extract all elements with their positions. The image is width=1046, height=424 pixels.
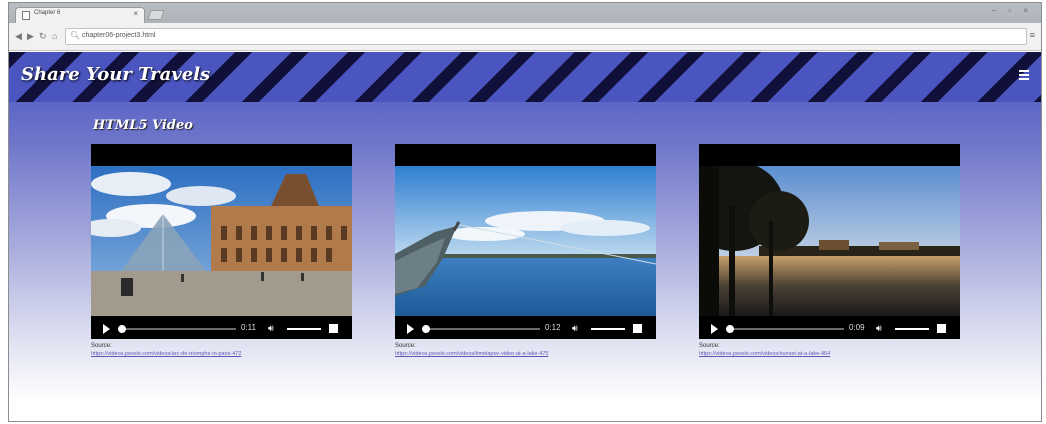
browser-tab[interactable]: Chapter 6 × xyxy=(15,7,145,23)
volume-icon[interactable]: 🔊︎ xyxy=(572,323,578,334)
video-card: 0:12 🔊︎ Source: https://videos.pexels.co… xyxy=(395,144,656,357)
video-player[interactable]: 0:11 🔊︎ xyxy=(91,144,352,339)
reload-icon[interactable]: ↻ xyxy=(39,31,47,42)
forward-icon[interactable]: ▶ xyxy=(27,31,34,42)
source-link[interactable]: https://videos.pexels.com/videos/timelap… xyxy=(395,351,656,357)
volume-slider[interactable] xyxy=(591,328,625,330)
fullscreen-icon[interactable] xyxy=(937,324,946,333)
fullscreen-icon[interactable] xyxy=(633,324,642,333)
source-label: Source: xyxy=(395,343,416,349)
browser-toolbar: ◀ ▶ ↻ ⌂ 🔍︎ chapter06-project3.html ≡ xyxy=(9,23,1041,51)
site-title[interactable]: Share Your Travels xyxy=(21,64,210,85)
video-frame-louvre[interactable] xyxy=(91,166,352,316)
progress-thumb[interactable] xyxy=(726,325,734,333)
progress-bar[interactable] xyxy=(118,325,236,333)
video-time: 0:09 xyxy=(849,323,865,332)
play-icon[interactable] xyxy=(407,324,414,334)
source-link[interactable]: https://videos.pexels.com/videos/arc-de-… xyxy=(91,351,352,357)
video-time: 0:11 xyxy=(241,323,256,332)
progress-thumb[interactable] xyxy=(422,325,430,333)
browser-window: Chapter 6 × – ▫ × ◀ ▶ ↻ ⌂ 🔍︎ chapter06-p… xyxy=(8,2,1042,422)
source-label: Source: xyxy=(699,343,720,349)
video-frame-sunset-lake[interactable] xyxy=(699,166,960,316)
source-label: Source: xyxy=(91,343,112,349)
page-favicon-icon xyxy=(22,11,30,20)
volume-icon[interactable]: 🔊︎ xyxy=(268,323,274,334)
window-controls[interactable]: – ▫ × xyxy=(992,6,1033,15)
web-page: Share Your Travels HTML5 Video 0:11 🔊︎ S… xyxy=(9,52,1041,421)
progress-bar[interactable] xyxy=(726,325,844,333)
video-player[interactable]: 0:09 🔊︎ xyxy=(699,144,960,339)
back-icon[interactable]: ◀ xyxy=(15,31,22,42)
site-header: Share Your Travels xyxy=(9,52,1041,102)
section-title: HTML5 Video xyxy=(93,118,193,133)
browser-menu-icon[interactable]: ≡ xyxy=(1030,30,1035,40)
progress-thumb[interactable] xyxy=(118,325,126,333)
video-frame-lake-boat[interactable] xyxy=(395,166,656,316)
video-time: 0:12 xyxy=(545,323,561,332)
video-controls: 0:09 🔊︎ xyxy=(699,318,960,339)
progress-bar[interactable] xyxy=(422,325,540,333)
page-info-icon: 🔍︎ xyxy=(70,31,81,40)
video-controls: 0:12 🔊︎ xyxy=(395,318,656,339)
play-icon[interactable] xyxy=(711,324,718,334)
video-player[interactable]: 0:12 🔊︎ xyxy=(395,144,656,339)
tab-strip: Chapter 6 × – ▫ × xyxy=(9,3,1041,23)
video-card: 0:09 🔊︎ Source: https://videos.pexels.co… xyxy=(699,144,960,357)
source-link[interactable]: https://videos.pexels.com/videos/sunset-… xyxy=(699,351,960,357)
volume-icon[interactable]: 🔊︎ xyxy=(876,323,882,334)
video-controls: 0:11 🔊︎ xyxy=(91,318,352,339)
tab-title: Chapter 6 xyxy=(34,10,61,16)
play-icon[interactable] xyxy=(103,324,110,334)
volume-slider[interactable] xyxy=(287,328,321,330)
home-icon[interactable]: ⌂ xyxy=(52,31,57,41)
new-tab-button[interactable] xyxy=(147,10,165,20)
fullscreen-icon[interactable] xyxy=(329,324,338,333)
address-url: chapter06-project3.html xyxy=(82,32,156,39)
hamburger-menu-icon[interactable] xyxy=(1019,70,1029,80)
volume-slider[interactable] xyxy=(895,328,929,330)
tab-close-icon[interactable]: × xyxy=(133,9,138,18)
address-bar[interactable]: 🔍︎ chapter06-project3.html xyxy=(65,28,1027,45)
video-card: 0:11 🔊︎ Source: https://videos.pexels.co… xyxy=(91,144,352,357)
